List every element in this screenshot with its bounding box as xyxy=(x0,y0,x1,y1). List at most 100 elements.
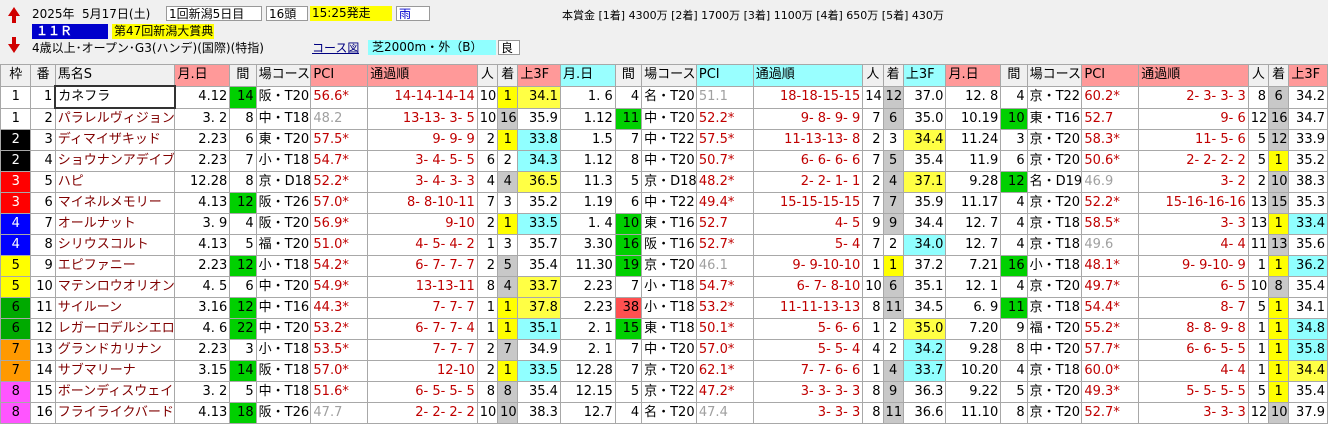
run-interval: 16 xyxy=(614,234,643,256)
header-finish-1[interactable]: 着 xyxy=(497,64,519,87)
header-passage-3[interactable]: 通過順 xyxy=(1138,64,1249,87)
header-last3f-3[interactable]: 上3F xyxy=(1288,64,1328,87)
course-map-link[interactable]: コース図 xyxy=(312,41,359,56)
horse-name[interactable]: パラレルヴィジョン xyxy=(54,107,176,130)
header-name[interactable]: 馬名S xyxy=(54,64,176,87)
run-finish: 2 xyxy=(882,339,904,361)
run-interval: 7 xyxy=(614,339,643,361)
horse-name[interactable]: ハピ xyxy=(54,171,176,193)
table-row[interactable]: 4 8 シリウスコルト 4.13 5 福・T20 51.0* 4- 5- 4- 2 1 3 35.7… xyxy=(0,234,1328,256)
run-date: 9.28 xyxy=(945,171,1002,193)
header-date-2[interactable]: 月.日 xyxy=(559,64,616,87)
header-date-3[interactable]: 月.日 xyxy=(945,64,1002,87)
horse-name[interactable]: ディマイザキッド xyxy=(54,129,176,151)
run-pci: 47.2* xyxy=(695,381,754,403)
header-last3f-1[interactable]: 上3F xyxy=(517,64,561,87)
horse-name[interactable]: グランドカリナン xyxy=(54,339,176,361)
header-last3f-2[interactable]: 上3F xyxy=(902,64,947,87)
table-row[interactable]: 4 7 オールナット 3. 9 4 阪・T20 56.9* 9-10 2 1 33.5 1. 4 10 東… xyxy=(0,213,1328,235)
run-date: 3. 2 xyxy=(174,107,231,130)
horse-name[interactable]: カネフラ xyxy=(54,85,176,109)
run-passage: 2- 3- 3- 3 xyxy=(1138,85,1249,109)
run-last3f: 35.4 xyxy=(517,381,561,403)
header-passage-2[interactable]: 通過順 xyxy=(752,64,864,87)
header-course-1[interactable]: 場コース xyxy=(255,64,312,87)
run-last3f: 33.5 xyxy=(517,213,561,235)
header-course-3[interactable]: 場コース xyxy=(1026,64,1083,87)
header-pop-1[interactable]: 人 xyxy=(476,64,499,87)
table-row[interactable]: 5 10 マテンロウオリオン 4. 5 6 中・T20 54.9* 13-13-11 8 4 33.… xyxy=(0,276,1328,298)
run-finish: 10 xyxy=(497,402,519,424)
course-info: 芝2000m・外（B） xyxy=(368,40,496,55)
header-ban[interactable]: 番 xyxy=(30,64,56,87)
run-interval: 5 xyxy=(614,171,643,193)
run-popularity: 1 xyxy=(862,360,884,382)
waku-number: 1 xyxy=(0,107,32,130)
horse-name[interactable]: オールナット xyxy=(54,213,176,235)
run-course: 中・T16 xyxy=(255,297,312,319)
header-pop-3[interactable]: 人 xyxy=(1247,64,1270,87)
header-passage-1[interactable]: 通過順 xyxy=(367,64,478,87)
header-interval-1[interactable]: 間 xyxy=(229,64,257,87)
run-pci: 51.1 xyxy=(695,85,754,109)
header-date-1[interactable]: 月.日 xyxy=(174,64,231,87)
header-pci-3[interactable]: PCI xyxy=(1081,64,1140,87)
run-last3f: 37.8 xyxy=(517,297,561,319)
horse-name[interactable]: ショウナンアデイブ xyxy=(54,150,176,172)
run-popularity: 2 xyxy=(862,171,884,193)
run-finish: 5 xyxy=(882,150,904,172)
run-popularity: 10 xyxy=(476,107,499,130)
horse-number: 8 xyxy=(30,234,56,256)
horse-name[interactable]: フライライクバード xyxy=(54,402,176,424)
table-row[interactable]: 5 9 エピファニー 2.23 12 小・T18 54.2* 6- 7- 7- 7 2 5 35.4… xyxy=(0,255,1328,277)
header-course-2[interactable]: 場コース xyxy=(641,64,697,87)
horse-name[interactable]: ボーンディスウェイ xyxy=(54,381,176,403)
table-row[interactable]: 1 1 カネフラ 4.12 14 阪・T20 56.6* 14-14-14-14 10 1 34.1… xyxy=(0,85,1328,109)
horse-name[interactable]: サイルーン xyxy=(54,297,176,319)
table-row[interactable]: 8 15 ボーンディスウェイ 3. 2 5 中・T18 51.6* 6- 5- 5- 5883… xyxy=(0,381,1328,403)
header-pci-1[interactable]: PCI xyxy=(310,64,369,87)
horse-name[interactable]: レガーロデルシエロ xyxy=(54,318,176,340)
table-row[interactable]: 7 14 サブマリーナ 3.15 14 阪・T18 57.0* 12-10 2 1 33.5 12.2… xyxy=(0,360,1328,382)
run-last3f: 35.9 xyxy=(517,107,561,130)
run-finish: 6 xyxy=(882,276,904,298)
table-row[interactable]: 2 4 ショウナンアデイブ 2.23 7 小・T18 54.7* 3- 4- 5- 5 6 2 34… xyxy=(0,150,1328,172)
run-last3f: 35.8 xyxy=(1288,339,1328,361)
table-row[interactable]: 1 2 パラレルヴィジョン 3. 2 8 中・T18 48.2 13-13- 3- 5 10 16… xyxy=(0,107,1328,130)
run-popularity: 2 xyxy=(476,255,499,277)
horse-name[interactable]: マテンロウオリオン xyxy=(54,276,176,298)
horse-name[interactable]: マイネルメモリー xyxy=(54,192,176,214)
run-last3f: 34.2 xyxy=(902,339,947,361)
run-date: 12. 7 xyxy=(945,213,1002,235)
run-date: 2.23 xyxy=(559,276,616,298)
table-row[interactable]: 8 16 フライライクバード 4.13 18 阪・T26 47.7 2- 2- 2- 2 10 1… xyxy=(0,402,1328,424)
horse-name[interactable]: サブマリーナ xyxy=(54,360,176,382)
header-pop-2[interactable]: 人 xyxy=(862,64,884,87)
header-finish-3[interactable]: 着 xyxy=(1268,64,1290,87)
prev-race-button[interactable] xyxy=(4,4,24,26)
header-finish-2[interactable]: 着 xyxy=(882,64,904,87)
table-row[interactable]: 2 3 ディマイザキッド 2.23 6 東・T20 57.5* 9- 9- 9 2 1 33.8 1.… xyxy=(0,129,1328,151)
table-row[interactable]: 6 11 サイルーン 3.16 12 中・T16 44.3* 7- 7- 7 1 1 37.8 2.2… xyxy=(0,297,1328,319)
horse-number: 15 xyxy=(30,381,56,403)
table-row[interactable]: 6 12 レガーロデルシエロ 4. 6 22 中・T20 53.2* 6- 7- 7- 411… xyxy=(0,318,1328,340)
run-pci: 44.3* xyxy=(310,297,369,319)
next-race-button[interactable] xyxy=(4,34,24,56)
header-interval-3[interactable]: 間 xyxy=(1000,64,1028,87)
table-row[interactable]: 7 13 グランドカリナン 2.23 3 小・T18 53.5* 7- 7- 7 2 7 34.9 2… xyxy=(0,339,1328,361)
table-row[interactable]: 3 6 マイネルメモリー 4.13 12 阪・T26 57.0* 8- 8-10-11 7 3 35… xyxy=(0,192,1328,214)
run-popularity: 13 xyxy=(1247,213,1270,235)
header-waku[interactable]: 枠 xyxy=(0,64,32,87)
table-row[interactable]: 3 5 ハピ 12.28 8 京・D18 52.2* 3- 4- 3- 3 4 4 36.5 11.3… xyxy=(0,171,1328,193)
run-date: 11.30 xyxy=(559,255,616,277)
header-pci-2[interactable]: PCI xyxy=(695,64,754,87)
horse-name[interactable]: エピファニー xyxy=(54,255,176,277)
run-course: 小・T18 xyxy=(255,150,312,172)
run-popularity: 14 xyxy=(862,85,884,109)
header-interval-2[interactable]: 間 xyxy=(614,64,643,87)
run-last3f: 34.4 xyxy=(902,129,947,151)
horse-number: 1 xyxy=(30,85,56,109)
run-passage: 11- 5- 6 xyxy=(1138,129,1249,151)
horse-name[interactable]: シリウスコルト xyxy=(54,234,176,256)
run-interval: 4 xyxy=(1000,276,1028,298)
